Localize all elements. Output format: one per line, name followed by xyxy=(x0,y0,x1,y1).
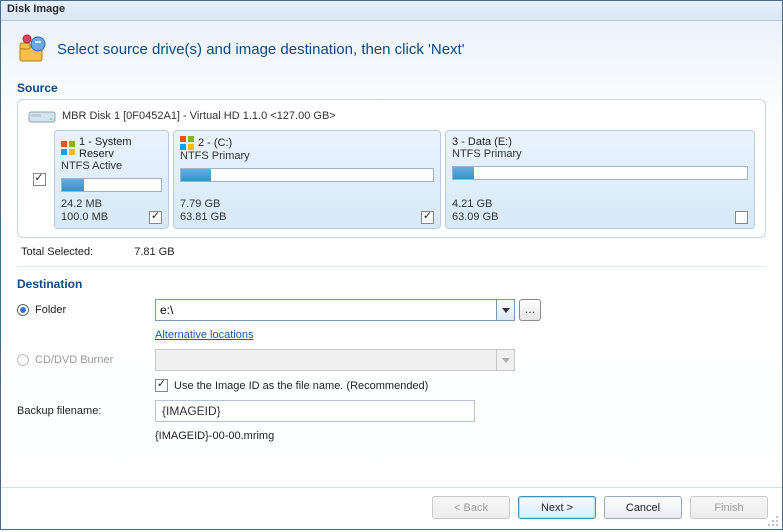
hdd-icon xyxy=(28,108,56,124)
partition-usage-bar xyxy=(61,178,162,192)
backup-filename-label: Backup filename: xyxy=(17,405,155,417)
browse-folder-button[interactable]: … xyxy=(519,299,541,321)
folder-dropdown-button[interactable] xyxy=(497,299,515,321)
folder-radio-label: Folder xyxy=(35,304,66,316)
wizard-instruction: Select source drive(s) and image destina… xyxy=(57,41,465,58)
burner-input xyxy=(155,349,497,371)
partition-checkbox[interactable] xyxy=(421,211,434,224)
disk-checkbox[interactable] xyxy=(33,173,46,186)
cancel-button[interactable]: Cancel xyxy=(604,496,682,519)
disk-name: MBR Disk 1 [0F0452A1] - Virtual HD 1.1.0… xyxy=(62,110,336,122)
partition-fs: NTFS Primary xyxy=(452,148,748,160)
burner-dropdown-button xyxy=(497,349,515,371)
burner-radio-label: CD/DVD Burner xyxy=(35,354,113,366)
partition-usage-fill xyxy=(62,179,84,191)
burner-combo xyxy=(155,349,766,371)
partition-usage-bar xyxy=(180,168,434,182)
wizard-icon xyxy=(17,33,49,65)
source-box: MBR Disk 1 [0F0452A1] - Virtual HD 1.1.0… xyxy=(17,99,766,238)
separator xyxy=(17,266,766,267)
finish-button: Finish xyxy=(690,496,768,519)
total-selected-value: 7.81 GB xyxy=(134,246,174,258)
wizard-footer: < Back Next > Cancel Finish xyxy=(1,487,782,529)
folder-radio[interactable] xyxy=(17,304,29,316)
ellipsis-icon: … xyxy=(525,304,536,316)
partition-used: 7.79 GB xyxy=(180,198,226,211)
partition-1[interactable]: 1 - System Reserv NTFS Active 24.2 MB 10… xyxy=(54,130,169,229)
partition-3[interactable]: 3 - Data (E:) NTFS Primary 4.21 GB 63.09… xyxy=(445,130,755,229)
partition-usage-fill xyxy=(453,167,474,179)
total-selected-label: Total Selected: xyxy=(21,246,93,258)
partition-usage-bar xyxy=(452,166,748,180)
partition-total: 100.0 MB xyxy=(61,211,108,224)
next-button[interactable]: Next > xyxy=(518,496,596,519)
windows-logo-icon xyxy=(61,141,75,155)
use-image-id-label: Use the Image ID as the file name. (Reco… xyxy=(174,380,428,392)
partition-title: 3 - Data (E:) xyxy=(452,136,512,148)
partition-used: 4.21 GB xyxy=(452,198,498,211)
partition-total: 63.09 GB xyxy=(452,211,498,224)
partition-title: 1 - System Reserv xyxy=(79,136,162,160)
result-filename: {IMAGEID}-00-00.mrimg xyxy=(155,430,766,442)
partition-used: 24.2 MB xyxy=(61,198,108,211)
source-title: Source xyxy=(17,81,766,95)
disk-row: MBR Disk 1 [0F0452A1] - Virtual HD 1.1.0… xyxy=(28,108,755,124)
partition-2[interactable]: 2 - (C:) NTFS Primary 7.79 GB 63.81 GB xyxy=(173,130,441,229)
folder-combo xyxy=(155,299,515,321)
window: Disk Image Select source drive(s) and im… xyxy=(0,0,783,530)
partition-fs: NTFS Active xyxy=(61,160,162,172)
resize-grip-icon[interactable] xyxy=(767,514,779,526)
back-button: < Back xyxy=(432,496,510,519)
total-selected-row: Total Selected: 7.81 GB xyxy=(17,238,766,262)
burner-radio xyxy=(17,354,29,366)
use-image-id-checkbox[interactable] xyxy=(155,379,168,392)
windows-logo-icon xyxy=(180,136,194,150)
partition-total: 63.81 GB xyxy=(180,211,226,224)
backup-filename-input[interactable] xyxy=(155,400,475,422)
partition-title: 2 - (C:) xyxy=(198,137,232,149)
destination-title: Destination xyxy=(17,277,766,291)
alternative-locations-link[interactable]: Alternative locations xyxy=(155,329,253,341)
wizard-header: Select source drive(s) and image destina… xyxy=(1,21,782,77)
partition-checkbox[interactable] xyxy=(149,211,162,224)
titlebar[interactable]: Disk Image xyxy=(1,1,782,21)
partition-fs: NTFS Primary xyxy=(180,150,434,162)
partition-usage-fill xyxy=(181,169,211,181)
partition-checkbox[interactable] xyxy=(735,211,748,224)
folder-input[interactable] xyxy=(155,299,497,321)
